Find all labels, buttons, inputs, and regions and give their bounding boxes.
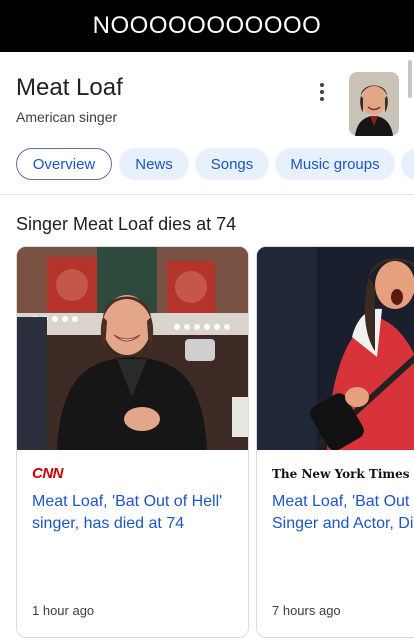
chip-next-partial[interactable]	[401, 148, 414, 180]
chip-overview[interactable]: Overview	[16, 148, 112, 180]
more-options-icon[interactable]	[312, 80, 332, 104]
news-source-logo: The New York Times	[272, 465, 410, 481]
entity-avatar[interactable]	[349, 72, 399, 136]
section-divider	[0, 194, 414, 195]
news-card-image	[257, 247, 414, 450]
meme-caption-text: NOOOOOOOOOOO	[92, 12, 322, 39]
chip-row: Overview News Songs Music groups	[16, 148, 414, 182]
news-timestamp: 7 hours ago	[272, 603, 341, 618]
cnn-logo: CNN	[32, 465, 64, 482]
news-headline-line: Meat Loaf, 'Bat Out	[272, 493, 410, 510]
entity-title: Meat Loaf	[16, 74, 123, 101]
news-headline[interactable]: Meat Loaf, 'Bat Out of Hell' singer, has…	[32, 491, 222, 535]
news-headline[interactable]: Meat Loaf, 'Bat Out Singer and Actor, Di	[272, 491, 413, 535]
chip-songs[interactable]: Songs	[195, 148, 269, 180]
news-card-image	[17, 247, 248, 450]
entity-subtitle: American singer	[16, 109, 118, 125]
news-card[interactable]: The New York Times Meat Loaf, 'Bat Out S…	[256, 246, 414, 638]
top-stories-title: Singer Meat Loaf dies at 74	[16, 214, 237, 234]
knowledge-panel-header: Meat Loaf American singer	[0, 52, 414, 136]
news-timestamp: 1 hour ago	[32, 603, 95, 618]
chip-news[interactable]: News	[119, 148, 189, 180]
news-source-logo: CNN	[32, 465, 64, 482]
meme-caption-bar: NOOOOOOOOOOO	[0, 0, 414, 52]
news-headline-line: Singer and Actor, Di	[272, 515, 414, 532]
chip-music-groups[interactable]: Music groups	[275, 148, 395, 180]
avatar-photo	[349, 72, 399, 136]
news-card[interactable]: CNN Meat Loaf, 'Bat Out of Hell' singer,…	[16, 246, 249, 638]
news-headline-line: Meat Loaf, 'Bat Out of Hell'	[32, 493, 223, 510]
news-headline-line: singer, has died at 74	[32, 515, 185, 532]
nyt-logo: The New York Times	[272, 467, 410, 481]
